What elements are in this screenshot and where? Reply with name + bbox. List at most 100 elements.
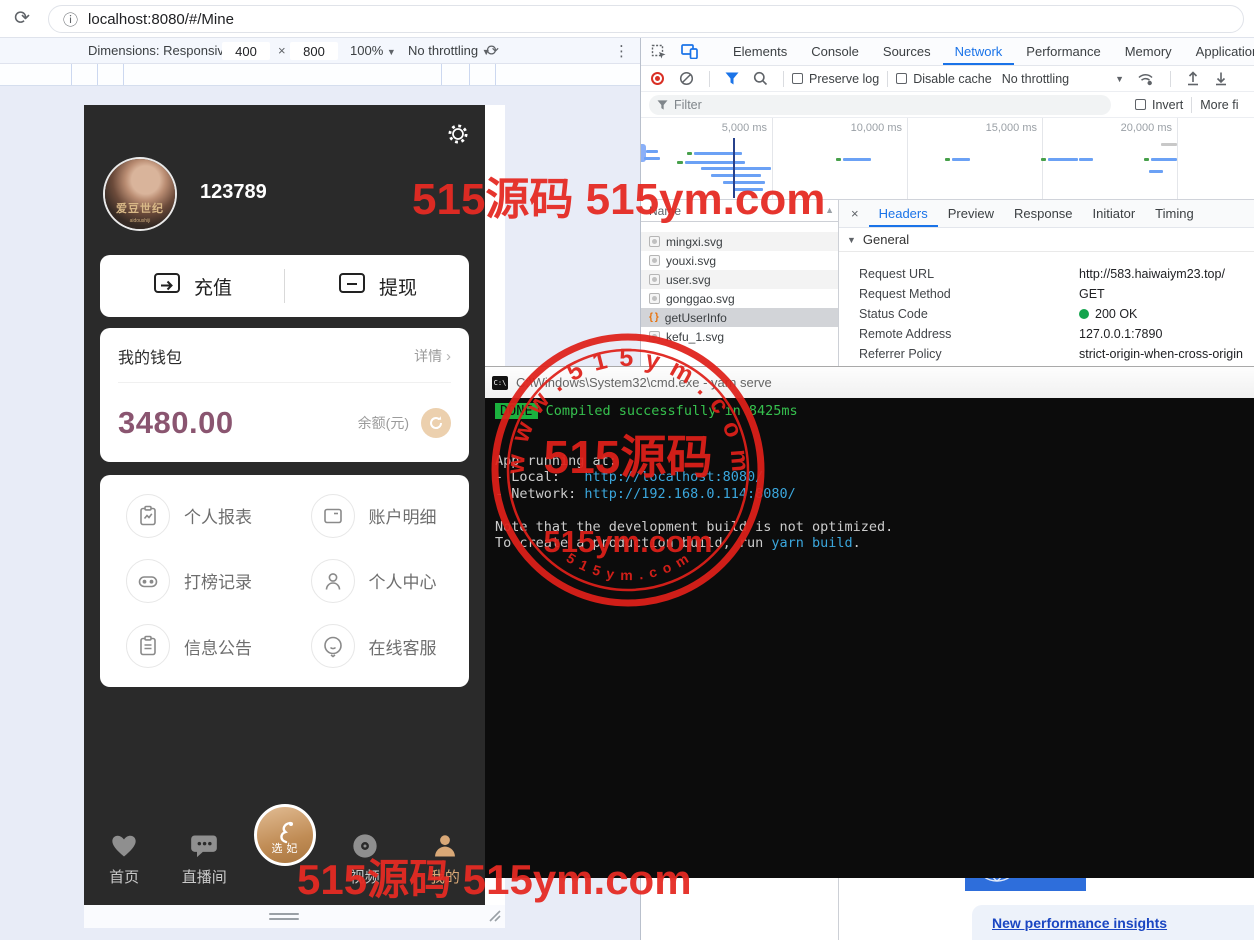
- kv-value: 127.0.0.1:7890: [1079, 327, 1162, 341]
- record-network-log-button[interactable]: [651, 72, 664, 85]
- nav-home[interactable]: 首页: [84, 832, 164, 887]
- tab-network[interactable]: Network: [943, 38, 1015, 65]
- chat-icon: [189, 832, 219, 860]
- export-har-icon[interactable]: [1214, 71, 1228, 86]
- card-icon: [311, 494, 355, 538]
- tab-preview[interactable]: Preview: [938, 200, 1004, 227]
- tab-response[interactable]: Response: [1004, 200, 1083, 227]
- device-toolbar-toggle-icon[interactable]: [681, 44, 698, 59]
- settings-gear-icon[interactable]: [445, 121, 471, 152]
- recharge-button[interactable]: 充值: [100, 270, 284, 302]
- status-ok-icon: [1079, 309, 1089, 319]
- menu-item-personal-center[interactable]: 个人中心: [285, 548, 470, 613]
- stamp-center-text: 515源码: [544, 431, 713, 483]
- address-bar[interactable]: ⓘ localhost:8080/#/Mine: [48, 5, 1244, 33]
- more-filters-label[interactable]: More fi: [1200, 98, 1238, 112]
- network-conditions-icon[interactable]: [1137, 72, 1155, 86]
- preserve-log-checkbox[interactable]: [792, 73, 803, 84]
- tab-timing[interactable]: Timing: [1145, 200, 1204, 227]
- tab-console[interactable]: Console: [799, 38, 871, 65]
- menu-item-personal-report[interactable]: 个人报表: [100, 483, 285, 548]
- timeline-tick-label: 5,000 ms: [722, 122, 772, 134]
- tab-performance[interactable]: Performance: [1014, 38, 1112, 65]
- request-row-selected[interactable]: { }getUserInfo: [641, 308, 838, 327]
- timeline-tick-label: 20,000 ms: [1121, 122, 1177, 134]
- timeline-gridline: [907, 118, 908, 200]
- menu-item-announcements[interactable]: 信息公告: [100, 614, 285, 679]
- dimensions-select[interactable]: Dimensions: Responsive ▼: [88, 43, 244, 58]
- scroll-up-icon[interactable]: ▲: [825, 205, 834, 215]
- network-throttle-select[interactable]: No throttling: [1002, 72, 1069, 86]
- viewport-resize-handle[interactable]: [269, 913, 299, 923]
- username: 123789: [200, 181, 267, 204]
- wallet-detail-link[interactable]: 详情 ›: [414, 346, 451, 366]
- insights-card: New performance insights: [972, 905, 1254, 940]
- rotate-icon[interactable]: ⥁: [482, 45, 500, 55]
- disable-cache-checkbox[interactable]: [896, 73, 907, 84]
- request-row[interactable]: user.svg: [641, 270, 838, 289]
- request-row[interactable]: gonggao.svg: [641, 289, 838, 308]
- wallet-balance: 3480.00: [118, 405, 234, 441]
- tab-application[interactable]: Application: [1184, 38, 1254, 65]
- viewport-corner-resize-handle[interactable]: [486, 907, 501, 927]
- zoom-select[interactable]: 100% ▼: [350, 43, 396, 58]
- withdraw-icon: [337, 270, 367, 302]
- tab-initiator[interactable]: Initiator: [1083, 200, 1146, 227]
- timeline-request-bar: [1149, 170, 1163, 173]
- media-query-bar[interactable]: [0, 64, 640, 86]
- kv-key: Referrer Policy: [839, 347, 1079, 361]
- details-tabbar: × Headers Preview Response Initiator Tim…: [839, 200, 1254, 228]
- stamp-sub-text: 515ym.com: [544, 524, 713, 559]
- timeline-request-bar: [1151, 158, 1177, 161]
- request-row[interactable]: mingxi.svg: [641, 232, 838, 251]
- import-har-icon[interactable]: [1186, 71, 1200, 86]
- throttle-select[interactable]: No throttling ▼: [408, 43, 491, 58]
- network-filter-row: Filter Invert More fi: [641, 92, 1254, 118]
- tab-headers[interactable]: Headers: [869, 200, 938, 227]
- watermark-text-bottom: 515源码 515ym.com: [297, 846, 692, 907]
- url-text: localhost:8080/#/Mine: [88, 11, 234, 28]
- viewport-height-input[interactable]: [290, 42, 338, 60]
- site-info-icon[interactable]: ⓘ: [63, 9, 78, 30]
- throttle-caret-icon[interactable]: ▼: [1115, 74, 1124, 84]
- preserve-log-label: Preserve log: [809, 72, 879, 86]
- menu-item-account-detail[interactable]: 账户明细: [285, 483, 470, 548]
- inspect-element-icon[interactable]: [651, 44, 667, 60]
- search-network-icon[interactable]: [753, 71, 768, 86]
- image-file-icon: [649, 255, 660, 266]
- person-icon: [311, 559, 355, 603]
- devtools-drawer: New performance insights: [948, 877, 1254, 940]
- refresh-balance-button[interactable]: [421, 408, 451, 438]
- performance-insights-link[interactable]: New performance insights: [992, 915, 1167, 931]
- watermark-text-top: 515源码 515ym.com: [412, 163, 825, 227]
- filter-toggle-icon[interactable]: [725, 72, 739, 85]
- clear-network-log-icon[interactable]: [679, 71, 694, 86]
- notice-icon: [126, 624, 170, 668]
- withdraw-button[interactable]: 提现: [285, 270, 469, 302]
- kv-key: Request Method: [839, 287, 1079, 301]
- close-details-icon[interactable]: ×: [851, 206, 859, 221]
- general-section-header[interactable]: ▼ General: [839, 228, 1254, 252]
- browser-toolbar: ⟳ ⓘ localhost:8080/#/Mine: [0, 0, 1254, 38]
- reload-icon[interactable]: ⟳: [14, 7, 30, 30]
- tab-elements[interactable]: Elements: [721, 38, 799, 65]
- menu-item-ranking-record[interactable]: 打榜记录: [100, 548, 285, 613]
- menu-item-online-service[interactable]: 在线客服: [285, 614, 470, 679]
- viewport-width-input[interactable]: [222, 42, 270, 60]
- invert-filter-checkbox[interactable]: [1135, 99, 1146, 110]
- nav-live-room[interactable]: 直播间: [164, 832, 244, 887]
- timeline-request-bar: [1161, 143, 1177, 146]
- filter-input[interactable]: Filter: [649, 95, 1111, 115]
- kv-value: GET: [1079, 287, 1105, 301]
- image-file-icon: [649, 293, 660, 304]
- tab-memory[interactable]: Memory: [1113, 38, 1184, 65]
- timeline-request-bar: [1048, 158, 1078, 161]
- image-file-icon: [649, 236, 660, 247]
- tab-sources[interactable]: Sources: [871, 38, 943, 65]
- timeline-request-bar: [843, 158, 871, 161]
- device-toolbar-menu-icon[interactable]: ⋮: [614, 42, 629, 60]
- devtools-tabbar: Elements Console Sources Network Perform…: [641, 38, 1254, 66]
- timeline-request-bar: [836, 158, 841, 161]
- request-row[interactable]: youxi.svg: [641, 251, 838, 270]
- avatar[interactable]: 爱豆世纪 aidoushiji: [105, 159, 175, 229]
